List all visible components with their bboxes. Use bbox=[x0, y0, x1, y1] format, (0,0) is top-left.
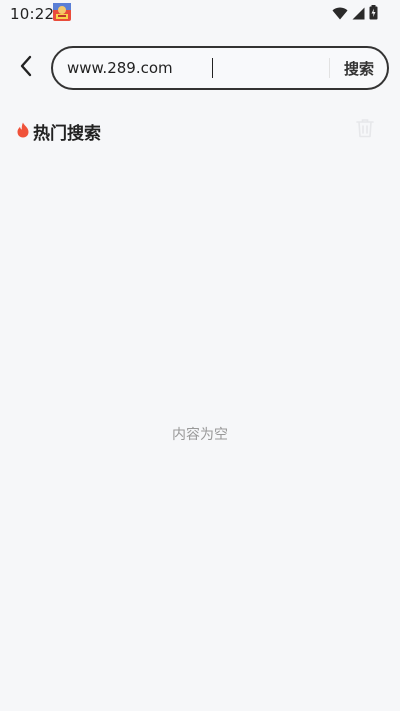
search-divider bbox=[329, 58, 330, 78]
status-indicators bbox=[332, 5, 378, 24]
signal-icon bbox=[352, 5, 365, 24]
back-button[interactable] bbox=[12, 54, 40, 82]
status-bar: 10:22 bbox=[0, 0, 400, 28]
hot-search-header: 热门搜索 bbox=[16, 118, 384, 144]
search-box: 搜索 bbox=[51, 46, 389, 90]
wifi-icon bbox=[332, 5, 348, 24]
chevron-left-icon bbox=[19, 55, 33, 81]
fire-icon bbox=[16, 122, 30, 138]
clear-history-button[interactable] bbox=[354, 118, 376, 142]
app-notification-icon bbox=[53, 3, 71, 21]
empty-state-text: 内容为空 bbox=[172, 427, 228, 443]
battery-icon bbox=[369, 5, 378, 24]
search-button[interactable]: 搜索 bbox=[331, 48, 387, 88]
text-caret bbox=[212, 58, 213, 78]
status-time: 10:22 bbox=[10, 5, 55, 23]
search-input[interactable] bbox=[67, 56, 317, 80]
trash-icon bbox=[356, 118, 374, 142]
search-bar: 搜索 bbox=[0, 46, 400, 90]
hot-search-title: 热门搜索 bbox=[33, 124, 101, 144]
